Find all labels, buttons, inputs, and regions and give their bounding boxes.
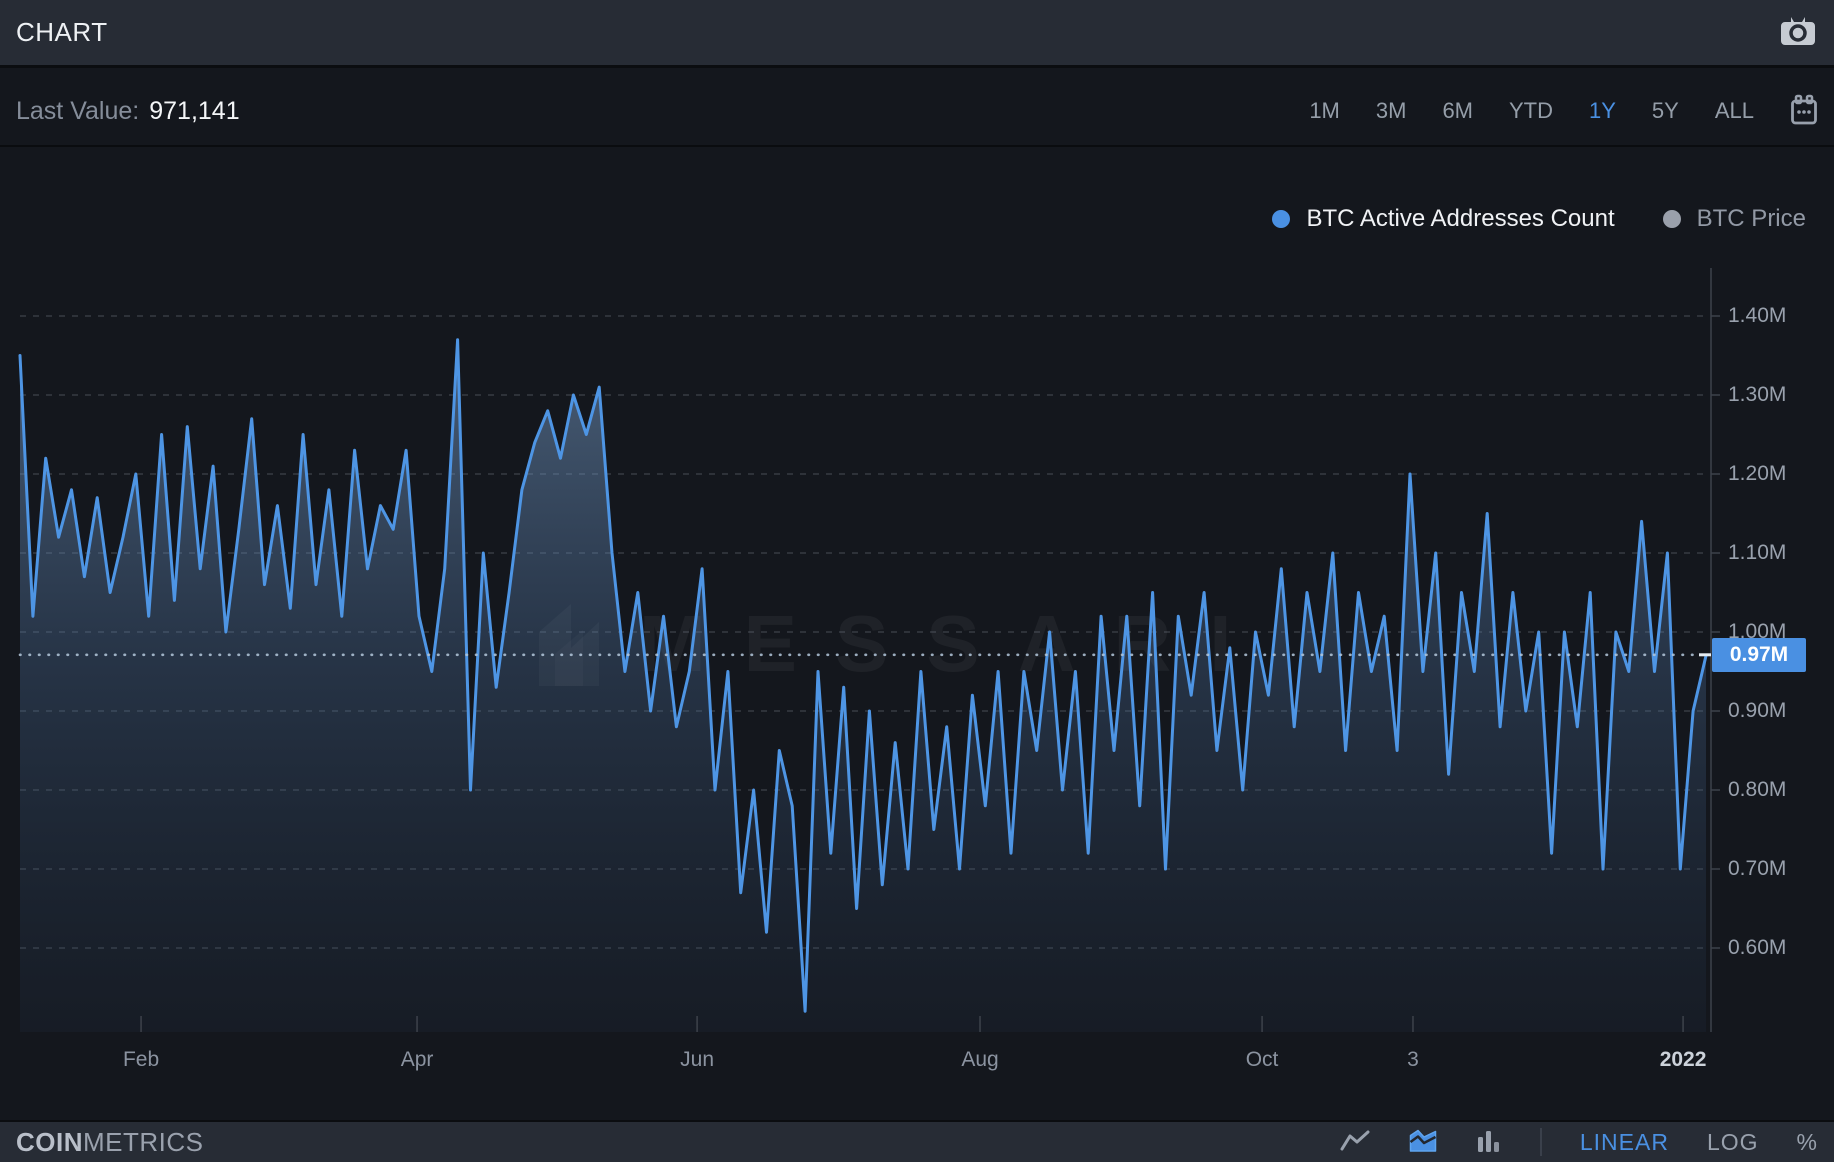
scale-button-percent[interactable]: %: [1797, 1129, 1818, 1156]
x-axis-label: Aug: [961, 1048, 998, 1072]
x-axis-label: Jun: [680, 1048, 714, 1072]
area-chart-type-button[interactable]: [1408, 1128, 1438, 1157]
line-chart-type-button[interactable]: [1340, 1128, 1370, 1157]
footer-bar: COINMETRICS: [0, 1120, 1834, 1162]
y-axis-label: 1.10M: [1728, 541, 1786, 565]
chart-canvas[interactable]: [0, 0, 1834, 1162]
x-axis-label: Apr: [401, 1048, 434, 1072]
scale-button-log[interactable]: LOG: [1707, 1129, 1759, 1156]
current-value-badge: 0.97M: [1712, 638, 1806, 672]
y-axis-label: 0.70M: [1728, 857, 1786, 881]
y-axis-label: 0.90M: [1728, 699, 1786, 723]
footer-controls: LINEAR LOG%: [1340, 1128, 1818, 1157]
scale-button-linear[interactable]: LINEAR: [1580, 1129, 1669, 1156]
x-axis-label: 3: [1407, 1048, 1419, 1072]
x-axis-label: 2022: [1660, 1048, 1707, 1072]
series-area-line: [20, 340, 1706, 1032]
area-chart-icon: [1408, 1128, 1438, 1157]
coinmetrics-attribution: COINMETRICS: [16, 1127, 204, 1158]
y-axis-label: 1.20M: [1728, 462, 1786, 486]
footer-divider: [1540, 1128, 1542, 1156]
brand-coin: COIN: [16, 1127, 83, 1157]
x-axis-label: Oct: [1246, 1048, 1279, 1072]
y-axis-label: 1.40M: [1728, 304, 1786, 328]
y-axis-label: 0.60M: [1728, 936, 1786, 960]
y-axis-label: 0.80M: [1728, 778, 1786, 802]
brand-metrics: METRICS: [83, 1127, 204, 1157]
x-axis-label: Feb: [123, 1048, 159, 1072]
line-chart-icon: [1340, 1128, 1370, 1157]
bar-chart-type-button[interactable]: [1476, 1128, 1502, 1157]
bar-chart-icon: [1476, 1128, 1502, 1157]
y-axis-label: 1.30M: [1728, 383, 1786, 407]
